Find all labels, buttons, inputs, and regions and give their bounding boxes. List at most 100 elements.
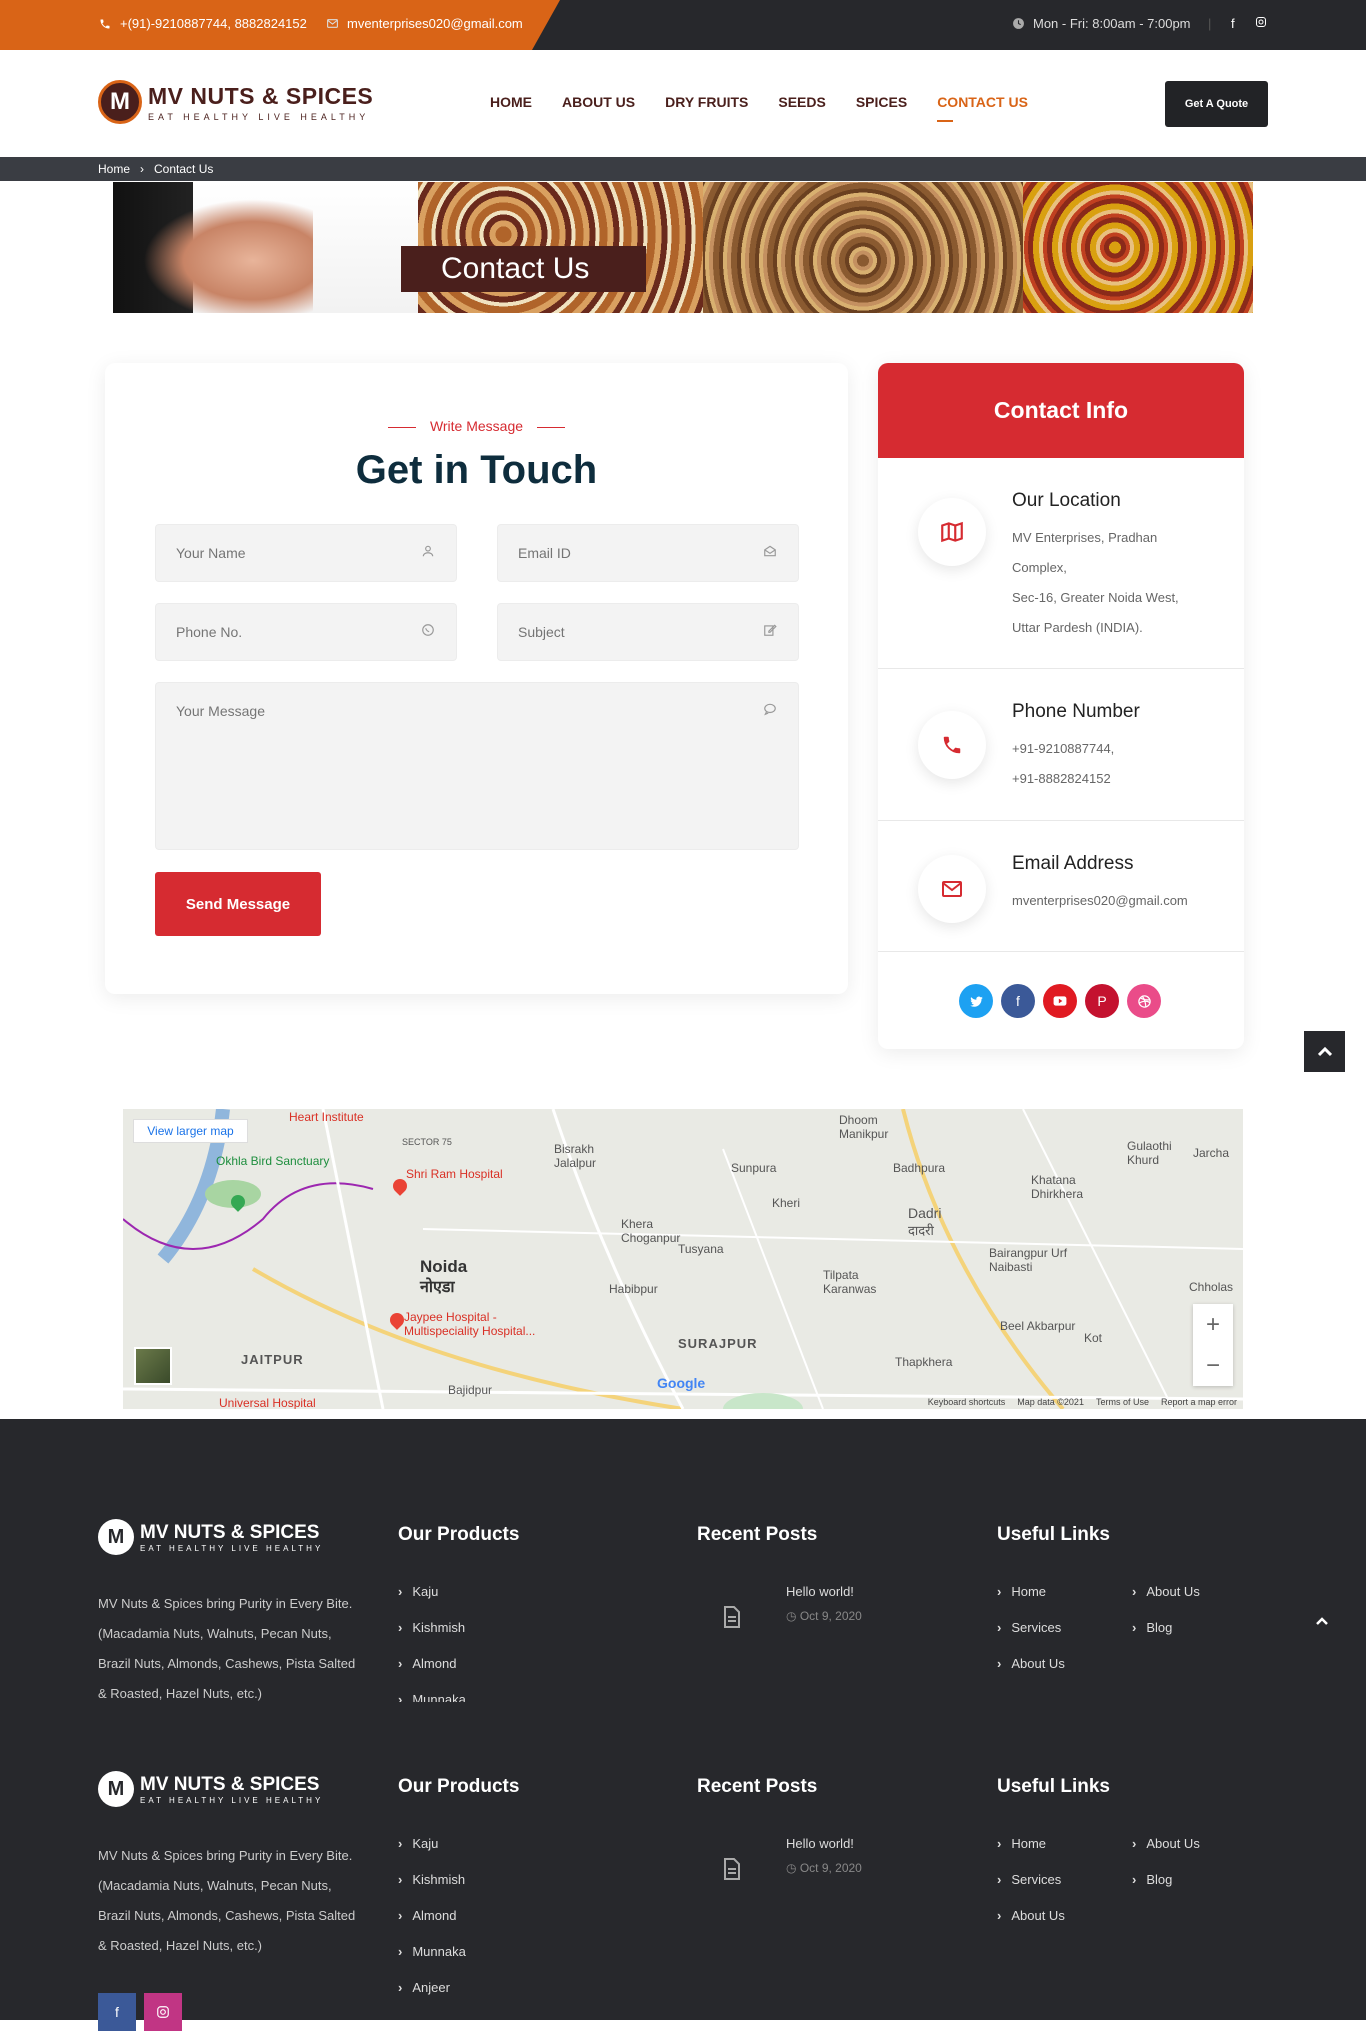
post-date-text: Oct 9, 2020 bbox=[799, 1861, 862, 1875]
post-date: ◷ Oct 9, 2020 bbox=[786, 1609, 862, 1623]
footer-link[interactable]: Home bbox=[997, 1584, 1046, 1599]
get-quote-button[interactable]: Get A Quote bbox=[1165, 81, 1268, 127]
spices-image bbox=[1023, 182, 1253, 313]
product-link[interactable]: Kaju bbox=[398, 1584, 438, 1599]
user-icon bbox=[421, 544, 437, 560]
product-link[interactable]: Almond bbox=[398, 1908, 456, 1923]
contact-info-card: Contact Info Our Location MV Enterprises… bbox=[878, 363, 1244, 1049]
footer-logo-name: MV NUTS & SPICES bbox=[140, 1773, 320, 1795]
site-logo[interactable]: M MV NUTS & SPICES EAT HEALTHY LIVE HEAL… bbox=[98, 80, 373, 124]
facebook-icon[interactable]: f bbox=[1001, 984, 1035, 1018]
keyboard-shortcuts-link[interactable]: Keyboard shortcuts bbox=[928, 1397, 1006, 1407]
logo-tagline: EAT HEALTHY LIVE HEALTHY bbox=[148, 111, 370, 122]
terms-link[interactable]: Terms of Use bbox=[1096, 1397, 1149, 1407]
envelope-icon bbox=[918, 855, 986, 923]
footer-link[interactable]: About Us bbox=[1132, 1584, 1199, 1599]
facebook-icon[interactable]: f bbox=[1231, 16, 1235, 31]
handshake-image bbox=[113, 182, 418, 313]
facebook-icon[interactable]: f bbox=[98, 1993, 136, 2031]
twitter-icon[interactable] bbox=[959, 984, 993, 1018]
nav-contact[interactable]: CONTACT US bbox=[937, 94, 1028, 122]
back-to-top-icon[interactable] bbox=[1316, 1612, 1328, 1628]
product-link[interactable]: Kishmish bbox=[398, 1620, 465, 1635]
envelope-open-icon bbox=[763, 544, 779, 560]
pinterest-icon[interactable]: P bbox=[1085, 984, 1119, 1018]
footer-link[interactable]: Services bbox=[997, 1872, 1061, 1887]
top-bar: +(91)-9210887744, 8882824152 mventerpris… bbox=[0, 0, 1366, 50]
map-label: Jarcha bbox=[1193, 1146, 1230, 1160]
zoom-out-button[interactable]: − bbox=[1206, 1352, 1220, 1380]
instagram-icon[interactable] bbox=[1255, 16, 1267, 28]
post-title-link[interactable]: Hello world! bbox=[786, 1836, 854, 1851]
google-map[interactable]: View larger map Noida नोएडा Shri Ram Hos… bbox=[123, 1109, 1243, 1409]
footer-link[interactable]: About Us bbox=[1132, 1836, 1199, 1851]
top-hours-text: Mon - Fri: 8:00am - 7:00pm bbox=[1033, 16, 1191, 31]
phone-input[interactable] bbox=[155, 603, 457, 661]
nav-dry-fruits[interactable]: DRY FRUITS bbox=[665, 94, 748, 122]
footer-link[interactable]: About Us bbox=[997, 1908, 1064, 1923]
footer-link[interactable]: About Us bbox=[997, 1656, 1064, 1671]
location-row: Our Location MV Enterprises, Pradhan Com… bbox=[878, 458, 1244, 669]
map-label: Thapkhera bbox=[895, 1355, 953, 1369]
send-message-button[interactable]: Send Message bbox=[155, 872, 321, 936]
footer-logo-mark: M bbox=[98, 1519, 134, 1555]
product-link[interactable]: Munnaka bbox=[398, 1944, 465, 1959]
email-input[interactable] bbox=[497, 524, 799, 582]
map-label: JAITPUR bbox=[241, 1352, 304, 1367]
form-eyebrow: Write Message bbox=[105, 418, 848, 434]
footer-logo[interactable]: M MV NUTS & SPICES EAT HEALTHY LIVE HEALT… bbox=[98, 1771, 323, 1807]
page-title: Contact Us bbox=[401, 246, 646, 292]
phone-line[interactable]: +91-8882824152 bbox=[1012, 771, 1111, 786]
product-link[interactable]: Kaju bbox=[398, 1836, 438, 1851]
view-larger-map-button[interactable]: View larger map bbox=[133, 1119, 248, 1143]
footer-logo[interactable]: M MV NUTS & SPICES EAT HEALTHY LIVE HEALT… bbox=[98, 1519, 323, 1555]
product-link[interactable]: Almond bbox=[398, 1656, 456, 1671]
product-link[interactable]: Anjeer bbox=[398, 1980, 450, 1995]
post-title-link[interactable]: Hello world! bbox=[786, 1584, 854, 1599]
footer-about: MV Nuts & Spices bring Purity in Every B… bbox=[98, 1848, 356, 1953]
top-email[interactable]: mventerprises020@gmail.com bbox=[325, 16, 523, 31]
youtube-icon[interactable] bbox=[1043, 984, 1077, 1018]
dribbble-icon[interactable] bbox=[1127, 984, 1161, 1018]
nav-spices[interactable]: SPICES bbox=[856, 94, 907, 122]
map-label: Universal Hospital bbox=[219, 1396, 316, 1409]
satellite-toggle[interactable] bbox=[134, 1347, 172, 1385]
product-link[interactable]: Kishmish bbox=[398, 1872, 465, 1887]
email-line[interactable]: mventerprises020@gmail.com bbox=[1012, 893, 1188, 908]
main-nav: HOME ABOUT US DRY FRUITS SEEDS SPICES CO… bbox=[490, 94, 1028, 122]
edit-icon bbox=[763, 623, 779, 639]
footer-link[interactable]: Home bbox=[997, 1836, 1046, 1851]
message-input[interactable] bbox=[155, 682, 799, 850]
top-email-text: mventerprises020@gmail.com bbox=[347, 16, 523, 31]
footer-link[interactable]: Services bbox=[997, 1620, 1061, 1635]
page-banner: Contact Us bbox=[113, 182, 1253, 313]
phone-row: Phone Number +91-9210887744, +91-8882824… bbox=[878, 669, 1244, 821]
products-heading: Our Products bbox=[398, 1776, 520, 1797]
breadcrumb-home[interactable]: Home bbox=[98, 162, 130, 176]
contact-form-card: Write Message Get in Touch Send Message bbox=[105, 363, 848, 994]
scroll-top-button[interactable] bbox=[1304, 1031, 1345, 1072]
location-line: MV Enterprises, Pradhan bbox=[1012, 530, 1158, 545]
instagram-icon[interactable] bbox=[144, 1993, 182, 2031]
nav-about[interactable]: ABOUT US bbox=[562, 94, 635, 122]
footer-link[interactable]: Blog bbox=[1132, 1872, 1172, 1887]
footer-link[interactable]: Blog bbox=[1132, 1620, 1172, 1635]
subject-input[interactable] bbox=[497, 603, 799, 661]
footer-logo-mark: M bbox=[98, 1771, 134, 1807]
report-map-error-link[interactable]: Report a map error bbox=[1161, 1397, 1237, 1407]
posts-heading: Recent Posts bbox=[697, 1524, 818, 1545]
map-label: Heart Institute bbox=[289, 1110, 364, 1124]
map-footer: Keyboard shortcuts Map data ©2021 Terms … bbox=[928, 1397, 1237, 1407]
product-link[interactable]: Munnaka bbox=[398, 1692, 465, 1702]
zoom-in-button[interactable]: + bbox=[1206, 1311, 1220, 1339]
phone-line[interactable]: +91-9210887744, bbox=[1012, 741, 1114, 756]
document-icon bbox=[712, 1849, 752, 1889]
name-input[interactable] bbox=[155, 524, 457, 582]
nav-seeds[interactable]: SEEDS bbox=[778, 94, 825, 122]
location-line: Sec-16, Greater Noida West, bbox=[1012, 590, 1179, 605]
top-hours: Mon - Fri: 8:00am - 7:00pm bbox=[1011, 16, 1191, 31]
top-phone[interactable]: +(91)-9210887744, 8882824152 bbox=[98, 16, 307, 31]
nav-home[interactable]: HOME bbox=[490, 94, 532, 122]
name-field-wrap bbox=[155, 524, 457, 582]
map-label: Dhoom Manikpur bbox=[839, 1113, 889, 1141]
